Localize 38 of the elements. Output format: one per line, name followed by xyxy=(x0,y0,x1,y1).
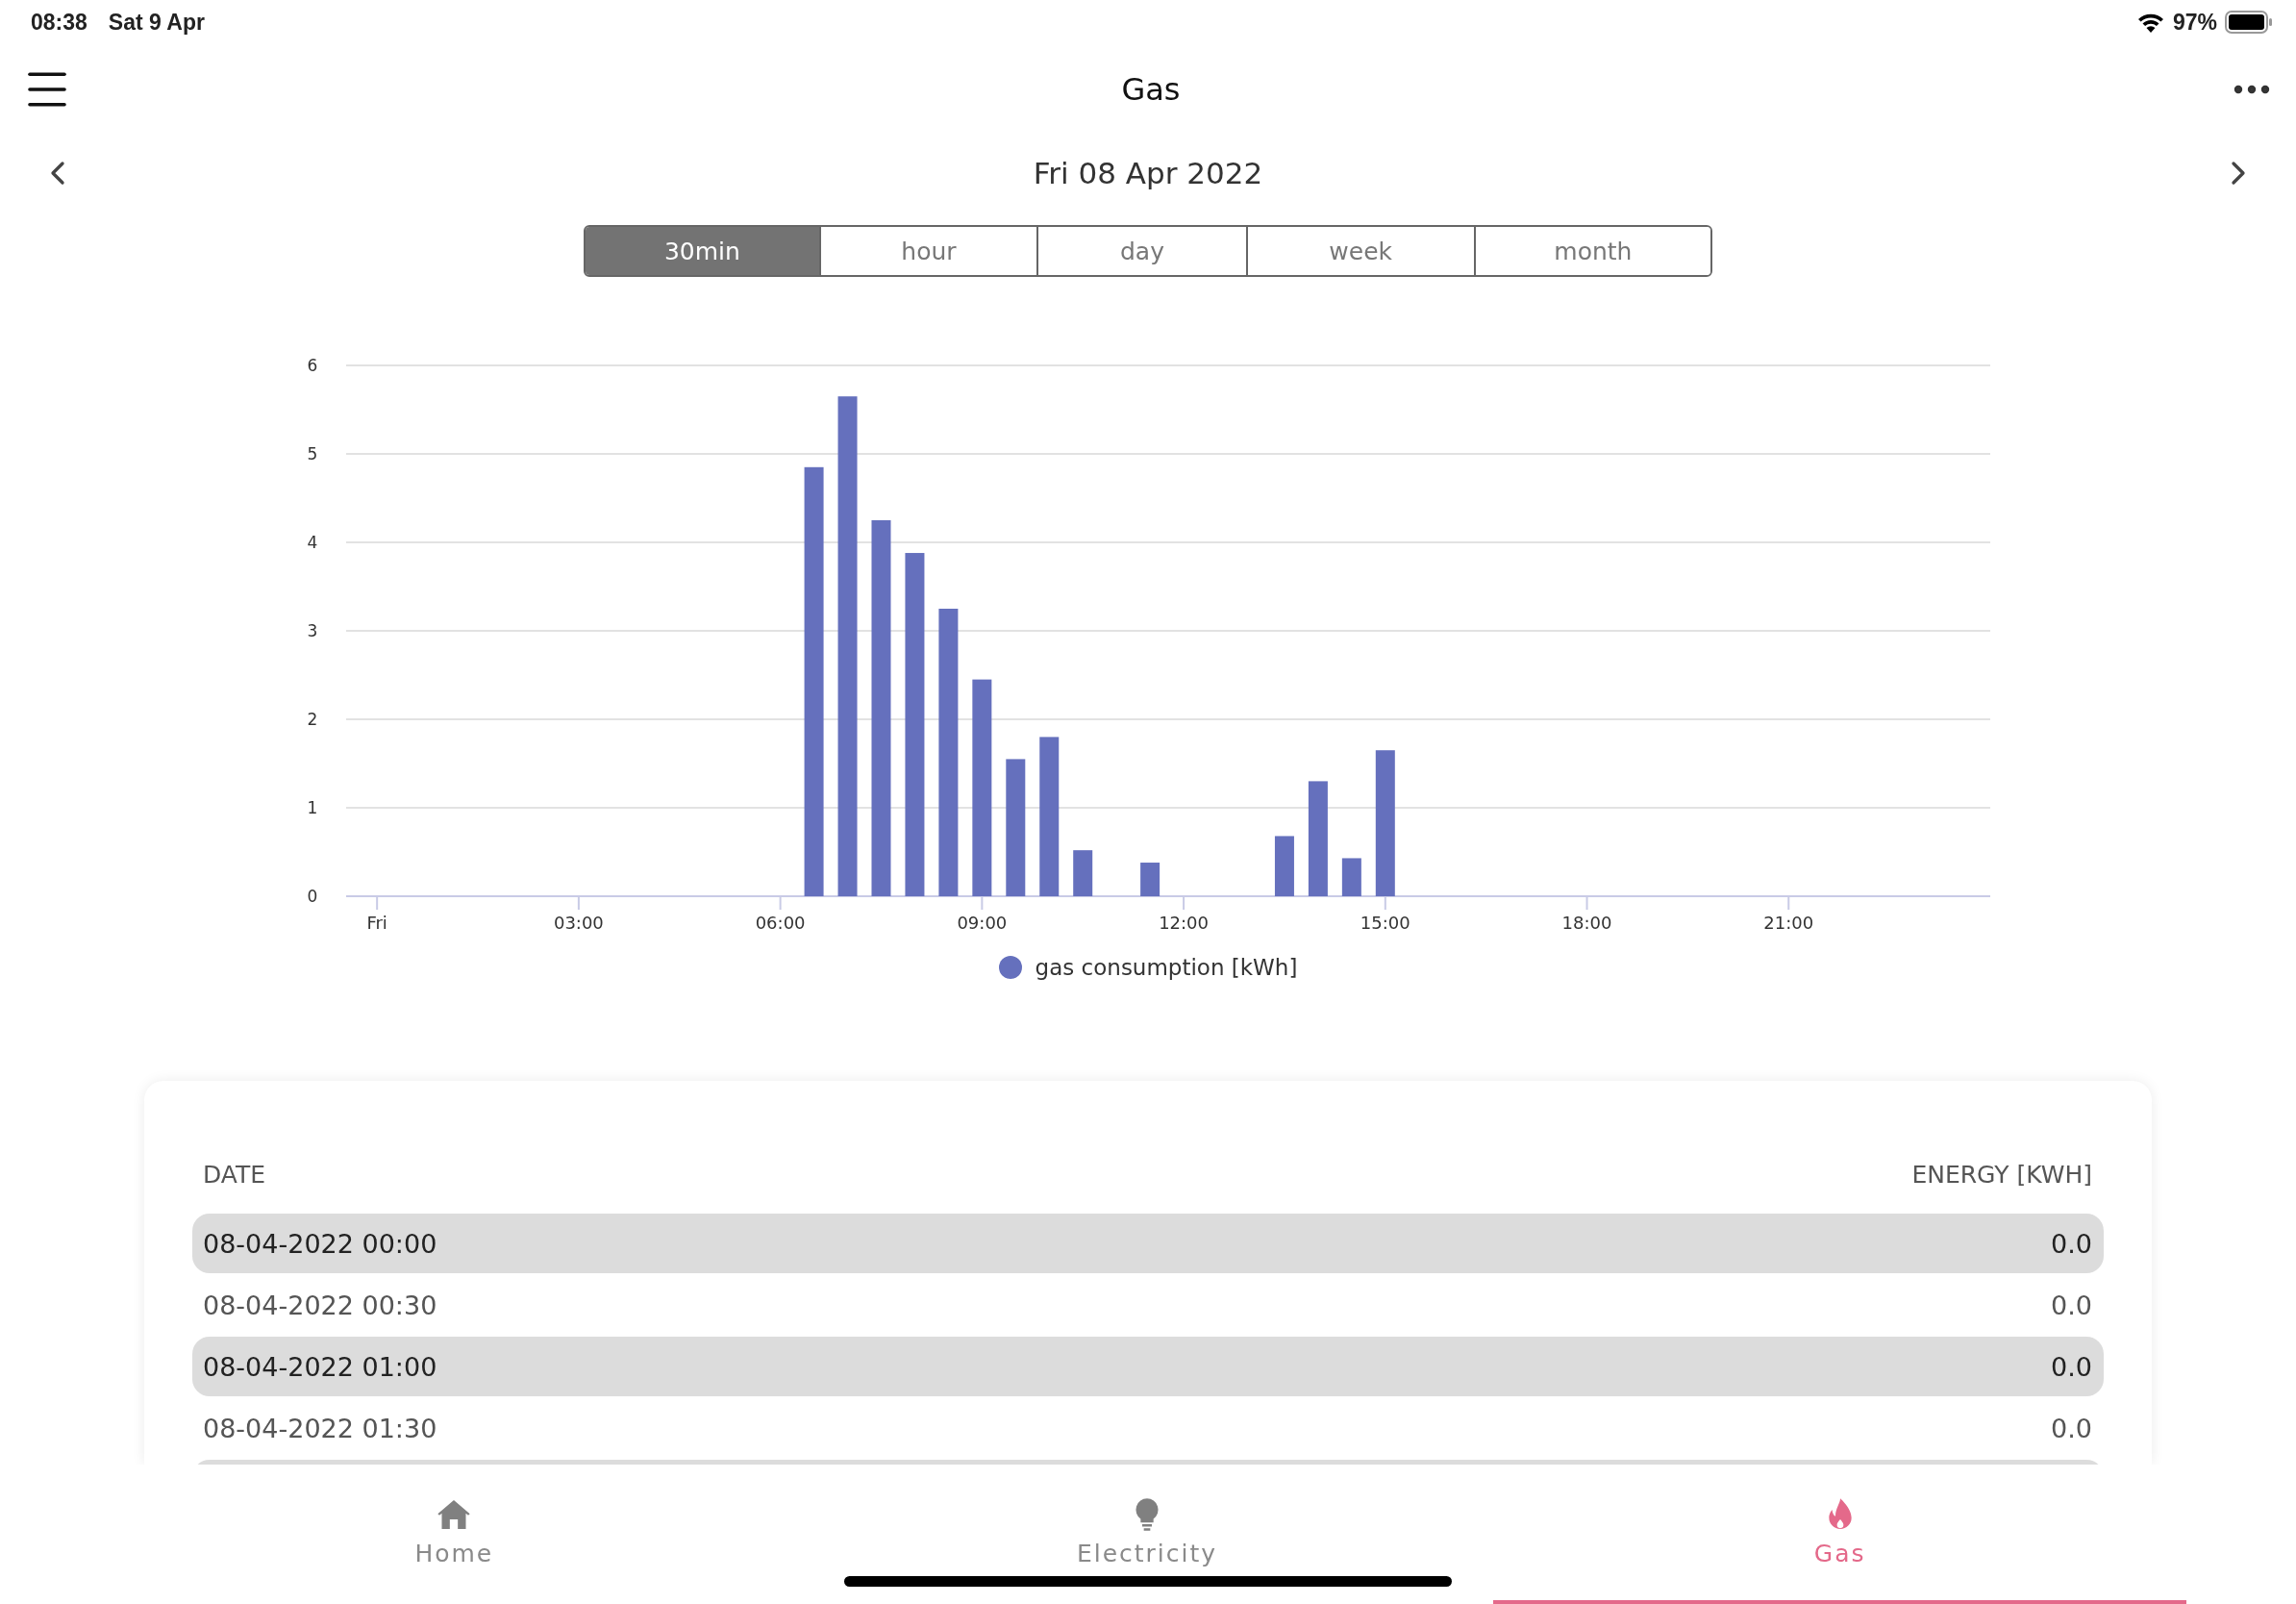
table-cell: 0.0 xyxy=(2051,1351,2092,1382)
period-tab[interactable]: month xyxy=(1473,227,1710,275)
x-tick-label: 09:00 xyxy=(957,913,1008,933)
table-cell: 08-04-2022 01:00 xyxy=(203,1351,437,1382)
x-tick-label: 18:00 xyxy=(1561,913,1612,933)
table-cell: 0.0 xyxy=(2051,1290,2092,1320)
y-tick-label: 5 xyxy=(307,444,318,464)
date-label: Fri 08 Apr 2022 xyxy=(1033,156,1263,190)
bar xyxy=(1140,863,1160,896)
y-tick-label: 3 xyxy=(307,621,318,640)
x-tick-label: 15:00 xyxy=(1360,913,1410,933)
page-title: Gas xyxy=(1121,71,1181,108)
table-cell: 08-04-2022 00:00 xyxy=(203,1228,437,1259)
x-tick-label: 12:00 xyxy=(1159,913,1209,933)
table-cell: 08-04-2022 01:30 xyxy=(203,1413,437,1443)
y-tick-label: 1 xyxy=(307,798,318,817)
battery-icon xyxy=(2225,11,2273,34)
y-tick-label: 4 xyxy=(307,533,318,552)
x-tick-label: 03:00 xyxy=(553,913,604,933)
column-header: DATE xyxy=(203,1160,266,1189)
status-time: 08:38 xyxy=(31,9,87,36)
battery-percent: 97% xyxy=(2172,9,2217,36)
bar xyxy=(1274,836,1294,896)
x-tick-label: 21:00 xyxy=(1763,913,1814,933)
bar xyxy=(1341,858,1361,896)
y-tick-label: 0 xyxy=(307,887,318,906)
bar xyxy=(1073,850,1093,896)
legend-label: gas consumption [kWh] xyxy=(1035,955,1298,980)
table-cell: 0.0 xyxy=(2051,1413,2092,1443)
table-cell: 0.0 xyxy=(2051,1228,2092,1259)
x-tick-label: Fri xyxy=(366,913,387,933)
period-tab[interactable]: 30min xyxy=(586,227,819,275)
x-tick-label: 06:00 xyxy=(755,913,806,933)
y-tick-label: 2 xyxy=(307,710,318,729)
table-cell: 08-04-2022 00:30 xyxy=(203,1290,437,1320)
column-header: ENERGY [KWH] xyxy=(1911,1160,2092,1189)
status-date: Sat 9 Apr xyxy=(108,9,205,36)
y-tick-label: 6 xyxy=(307,356,318,375)
